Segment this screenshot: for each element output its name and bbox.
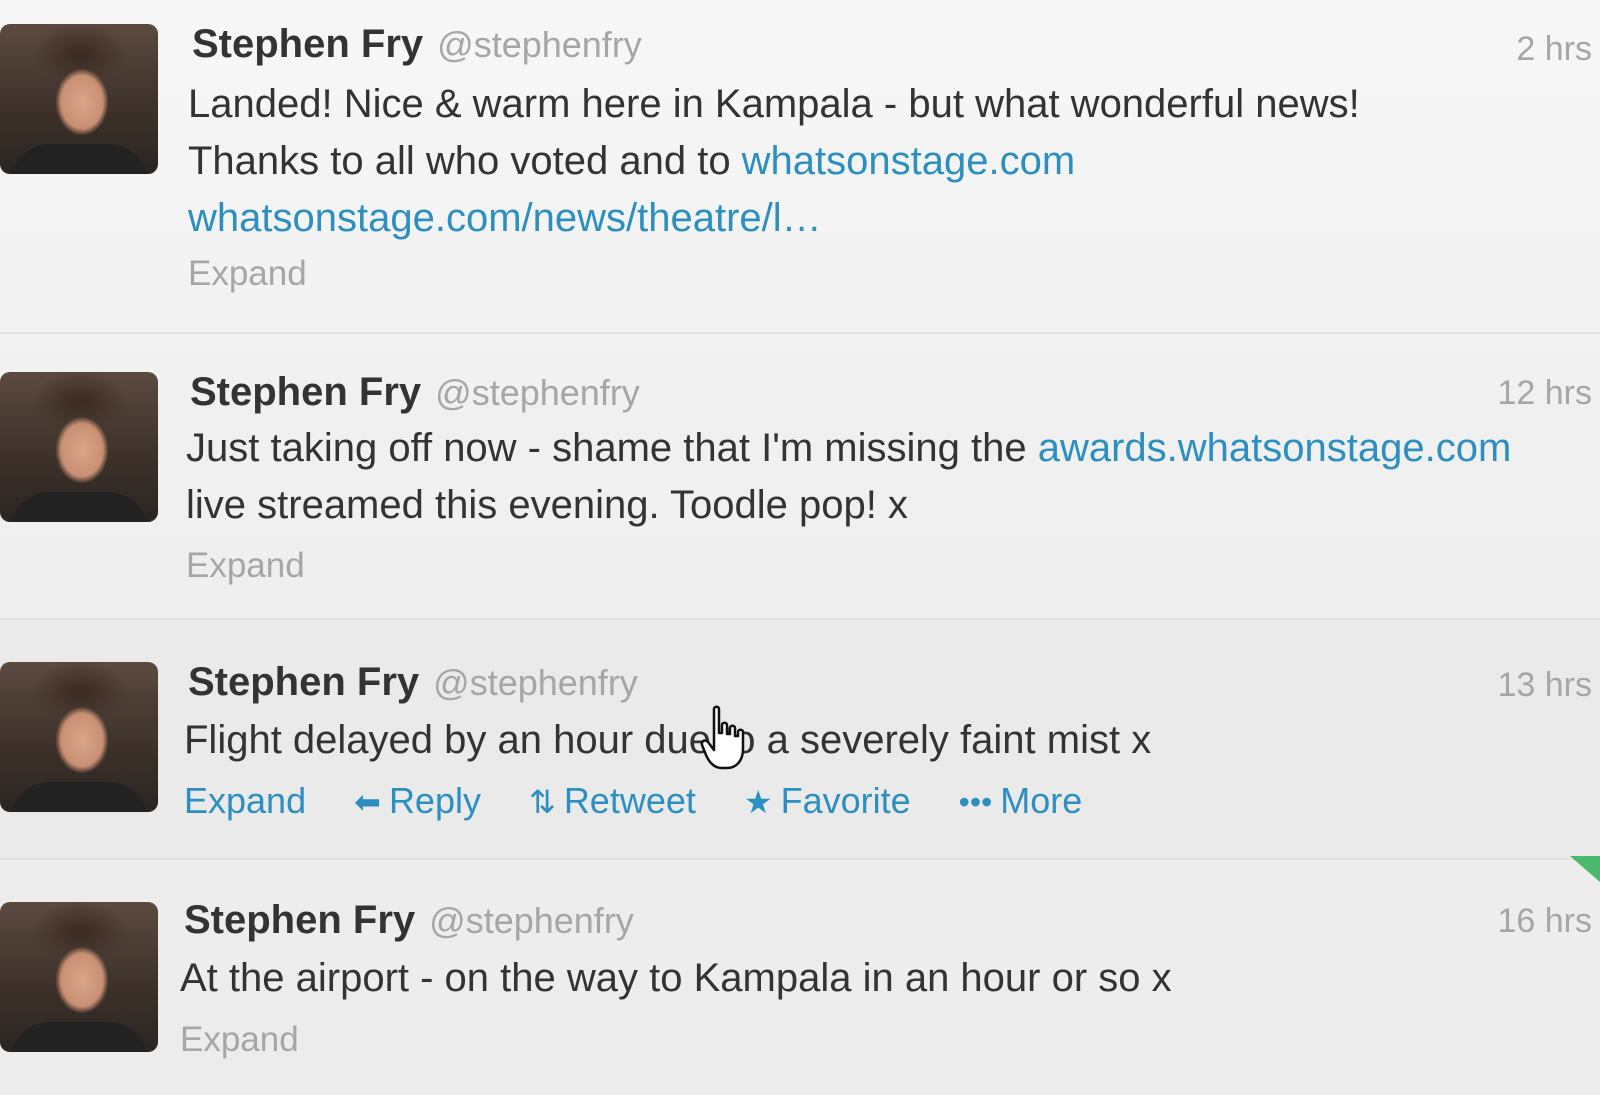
retweet-button[interactable]: ⇅ Retweet	[529, 780, 696, 822]
author-name[interactable]: Stephen Fry	[184, 898, 415, 942]
tweet-header: Stephen Fry @stephenfry	[184, 898, 634, 943]
reply-arrow-icon: ⬅	[354, 784, 381, 820]
tweet-text: Just taking off now - shame that I'm mis…	[186, 420, 1566, 534]
tweet-timestamp[interactable]: 2 hrs	[1516, 30, 1592, 69]
tweet-text: At the airport - on the way to Kampala i…	[180, 956, 1172, 1000]
tweet-link[interactable]: awards.whatsonstage.com	[1038, 426, 1512, 470]
avatar[interactable]	[0, 372, 158, 522]
reply-button[interactable]: ⬅ Reply	[354, 780, 481, 822]
tweet-header: Stephen Fry @stephenfry	[188, 660, 638, 705]
expand-link[interactable]: Expand	[180, 1020, 299, 1060]
tweet-link[interactable]: whatsonstage.com	[742, 139, 1076, 183]
author-name[interactable]: Stephen Fry	[192, 22, 423, 66]
tweet-actions: Expand ⬅ Reply ⇅ Retweet ★ Favorite ••• More	[184, 780, 1120, 822]
author-name[interactable]: Stephen Fry	[188, 660, 419, 704]
retweet-label: Retweet	[563, 780, 696, 821]
expand-link[interactable]: Expand	[188, 254, 307, 294]
more-dots-icon: •••	[958, 784, 993, 820]
author-name[interactable]: Stephen Fry	[190, 370, 421, 414]
tweet-timestamp[interactable]: 12 hrs	[1498, 374, 1593, 413]
tweet-header: Stephen Fry @stephenfry	[190, 370, 640, 415]
corner-accent	[1570, 856, 1600, 882]
tweet-link[interactable]: whatsonstage.com/news/theatre/l…	[188, 196, 822, 240]
tweet-item[interactable]: Stephen Fry @stephenfry 2 hrs Landed! Nic…	[0, 0, 1600, 334]
tweet-item[interactable]: Stephen Fry @stephenfry 16 hrs At the air…	[0, 860, 1600, 1095]
tweet-timeline: Stephen Fry @stephenfry 2 hrs Landed! Nic…	[0, 0, 1600, 1095]
star-icon: ★	[743, 784, 773, 820]
retweet-icon: ⇅	[529, 784, 556, 820]
expand-link[interactable]: Expand	[184, 780, 306, 822]
favorite-label: Favorite	[780, 780, 911, 821]
avatar[interactable]	[0, 902, 158, 1052]
tweet-header: Stephen Fry @stephenfry	[192, 22, 642, 67]
tweet-text-part: live streamed this evening. Toodle pop! …	[186, 483, 908, 527]
tweet-item[interactable]: Stephen Fry @stephenfry 13 hrs Flight del…	[0, 620, 1600, 860]
author-handle[interactable]: @stephenfry	[429, 900, 634, 941]
tweet-item[interactable]: Stephen Fry @stephenfry 12 hrs Just takin…	[0, 334, 1600, 620]
hand-cursor-icon	[700, 705, 745, 770]
more-label: More	[1000, 780, 1083, 821]
tweet-text: Landed! Nice & warm here in Kampala - bu…	[188, 76, 1418, 247]
author-handle[interactable]: @stephenfry	[433, 662, 638, 703]
favorite-button[interactable]: ★ Favorite	[744, 780, 911, 822]
reply-label: Reply	[388, 780, 481, 821]
tweet-timestamp[interactable]: 16 hrs	[1498, 902, 1593, 941]
tweet-timestamp[interactable]: 13 hrs	[1498, 666, 1593, 705]
expand-link[interactable]: Expand	[186, 546, 305, 586]
tweet-text-part: Just taking off now - shame that I'm mis…	[186, 426, 1038, 470]
author-handle[interactable]: @stephenfry	[435, 372, 640, 413]
avatar[interactable]	[0, 662, 158, 812]
more-button[interactable]: ••• More	[959, 780, 1083, 822]
tweet-text: Flight delayed by an hour due to a sever…	[184, 718, 1152, 762]
author-handle[interactable]: @stephenfry	[437, 24, 642, 65]
avatar[interactable]	[0, 24, 158, 174]
